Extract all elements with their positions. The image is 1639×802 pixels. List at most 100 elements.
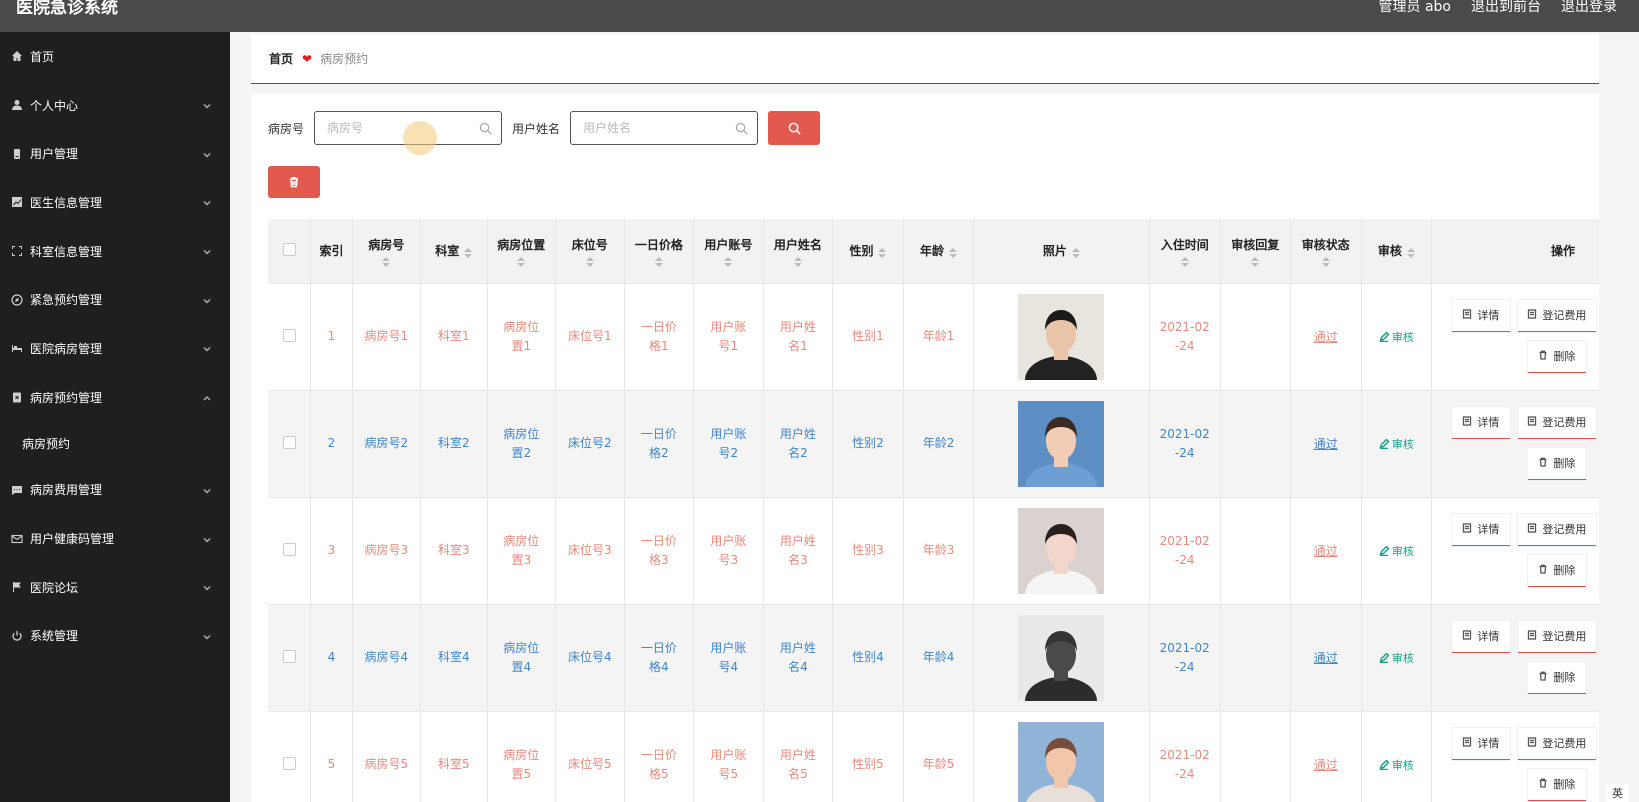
user-photo: [1018, 614, 1105, 701]
delete-button[interactable]: 删除: [1527, 340, 1586, 373]
column-header-3[interactable]: 病房位置: [487, 219, 556, 283]
sort-icon[interactable]: [464, 247, 473, 258]
cell-bed: 床位号1: [555, 283, 625, 390]
cell-text: 用户账号3: [710, 533, 747, 567]
audit-button[interactable]: 审核: [1379, 652, 1414, 665]
sidebar-item-11[interactable]: 系统管理: [0, 612, 230, 661]
delete-button[interactable]: 删除: [1527, 768, 1586, 801]
audit-button[interactable]: 审核: [1379, 438, 1414, 451]
row-checkbox[interactable]: [282, 756, 296, 770]
column-header-11[interactable]: 入住时间: [1149, 219, 1221, 283]
detail-button[interactable]: 详情: [1451, 406, 1510, 439]
logout-link[interactable]: 退出登录: [1561, 0, 1617, 14]
row-checkbox[interactable]: [282, 328, 296, 342]
delete-button[interactable]: 删除: [1527, 661, 1586, 694]
column-header-7[interactable]: 用户姓名: [763, 219, 833, 283]
sort-icon[interactable]: [1180, 256, 1189, 267]
back-to-front-link[interactable]: 退出到前台: [1471, 0, 1541, 14]
column-header-6[interactable]: 用户账号: [693, 219, 764, 283]
row-checkbox[interactable]: [282, 649, 296, 663]
sidebar-item-2[interactable]: 用户管理: [0, 129, 230, 178]
register-fee-button[interactable]: 登记费用: [1517, 620, 1596, 653]
delete-button[interactable]: 删除: [1527, 447, 1586, 480]
delete-label: 删除: [1553, 564, 1576, 577]
cell-bed: 床位号3: [555, 497, 625, 604]
name-search-input[interactable]: [571, 112, 758, 144]
column-header-14[interactable]: 审核: [1361, 219, 1432, 283]
sort-icon[interactable]: [585, 256, 594, 267]
sidebar-item-6[interactable]: 医院病房管理: [0, 324, 230, 373]
cell-location: 病房位置4: [487, 604, 556, 711]
column-header-5[interactable]: 一日价格: [624, 219, 694, 283]
detail-button[interactable]: 详情: [1451, 299, 1510, 332]
room-search-input[interactable]: [315, 112, 502, 144]
sort-icon[interactable]: [1251, 256, 1260, 267]
detail-button[interactable]: 详情: [1451, 727, 1510, 760]
column-header-4[interactable]: 床位号: [555, 219, 625, 283]
sidebar-item-4[interactable]: 科室信息管理: [0, 227, 230, 276]
cell-status: 通过: [1290, 283, 1362, 390]
sort-icon[interactable]: [878, 247, 887, 258]
breadcrumb-home[interactable]: 首页: [269, 50, 293, 67]
edit-icon: [1379, 759, 1392, 772]
column-header-8[interactable]: 性别: [832, 219, 905, 283]
trash-icon: [1538, 350, 1553, 363]
column-header-13[interactable]: 审核状态: [1290, 219, 1362, 283]
sort-icon[interactable]: [1071, 247, 1080, 258]
sort-icon[interactable]: [654, 256, 663, 267]
cell-location: 病房位置2: [487, 390, 556, 497]
trash-icon: [290, 177, 298, 188]
cell-operations: 详情 登记费用删除: [1431, 390, 1599, 497]
sort-icon[interactable]: [1406, 247, 1415, 258]
sort-icon[interactable]: [1321, 256, 1330, 267]
audit-button[interactable]: 审核: [1379, 545, 1414, 558]
cell-reply: [1220, 604, 1291, 711]
sidebar-item-1[interactable]: 个人中心: [0, 81, 230, 130]
column-header-12[interactable]: 审核回复: [1220, 219, 1291, 283]
sidebar-item-8[interactable]: 病房费用管理: [0, 466, 230, 515]
select-all-checkbox[interactable]: [282, 242, 296, 256]
row-checkbox[interactable]: [282, 435, 296, 449]
sort-icon[interactable]: [382, 256, 391, 267]
sort-icon[interactable]: [724, 256, 733, 267]
detail-button[interactable]: 详情: [1451, 513, 1510, 546]
column-header-2[interactable]: 科室: [420, 219, 488, 283]
sort-icon[interactable]: [949, 247, 958, 258]
register-fee-button[interactable]: 登记费用: [1517, 727, 1596, 760]
cell-gender: 性别3: [832, 497, 905, 604]
search-button[interactable]: [768, 111, 821, 145]
sort-icon[interactable]: [517, 256, 526, 267]
register-fee-button[interactable]: 登记费用: [1517, 513, 1596, 546]
audit-button[interactable]: 审核: [1379, 331, 1414, 344]
sidebar-item-9[interactable]: 用户健康码管理: [0, 514, 230, 563]
batch-delete-button[interactable]: [268, 166, 320, 198]
column-header-10[interactable]: 照片: [973, 219, 1150, 283]
sidebar-item-0[interactable]: 首页: [0, 32, 230, 81]
cell-account: 用户账号3: [693, 497, 764, 604]
register-fee-button[interactable]: 登记费用: [1517, 406, 1596, 439]
cell-operations: 详情 登记费用删除: [1431, 604, 1599, 711]
detail-button[interactable]: 详情: [1451, 620, 1510, 653]
detail-label: 详情: [1477, 416, 1500, 429]
cell-photo: [973, 283, 1150, 390]
column-header-1[interactable]: 病房号: [352, 219, 421, 283]
chevron-down-icon: [202, 485, 212, 495]
sidebar-item-5[interactable]: 紧急预约管理: [0, 275, 230, 324]
document-icon: [1462, 308, 1477, 322]
row-checkbox[interactable]: [282, 542, 296, 556]
column-header-0: 索引: [310, 219, 353, 283]
audit-button[interactable]: 审核: [1379, 759, 1414, 772]
sort-icon[interactable]: [793, 256, 802, 267]
cell-price: 一日价格2: [624, 390, 694, 497]
sidebar-item-10[interactable]: 医院论坛: [0, 563, 230, 612]
cell-text: 4: [327, 650, 336, 664]
id-card-icon: [10, 147, 24, 161]
sidebar-subitem-room-reservation[interactable]: 病房预约: [0, 422, 230, 466]
row-checkbox-cell: [268, 604, 312, 711]
sidebar-item-7[interactable]: 病房预约管理: [0, 373, 230, 422]
column-header-9[interactable]: 年龄: [903, 219, 975, 283]
cell-checkin: 2021-02-24: [1149, 604, 1221, 711]
delete-button[interactable]: 删除: [1527, 554, 1586, 587]
sidebar-item-3[interactable]: 医生信息管理: [0, 178, 230, 227]
register-fee-button[interactable]: 登记费用: [1517, 299, 1596, 332]
